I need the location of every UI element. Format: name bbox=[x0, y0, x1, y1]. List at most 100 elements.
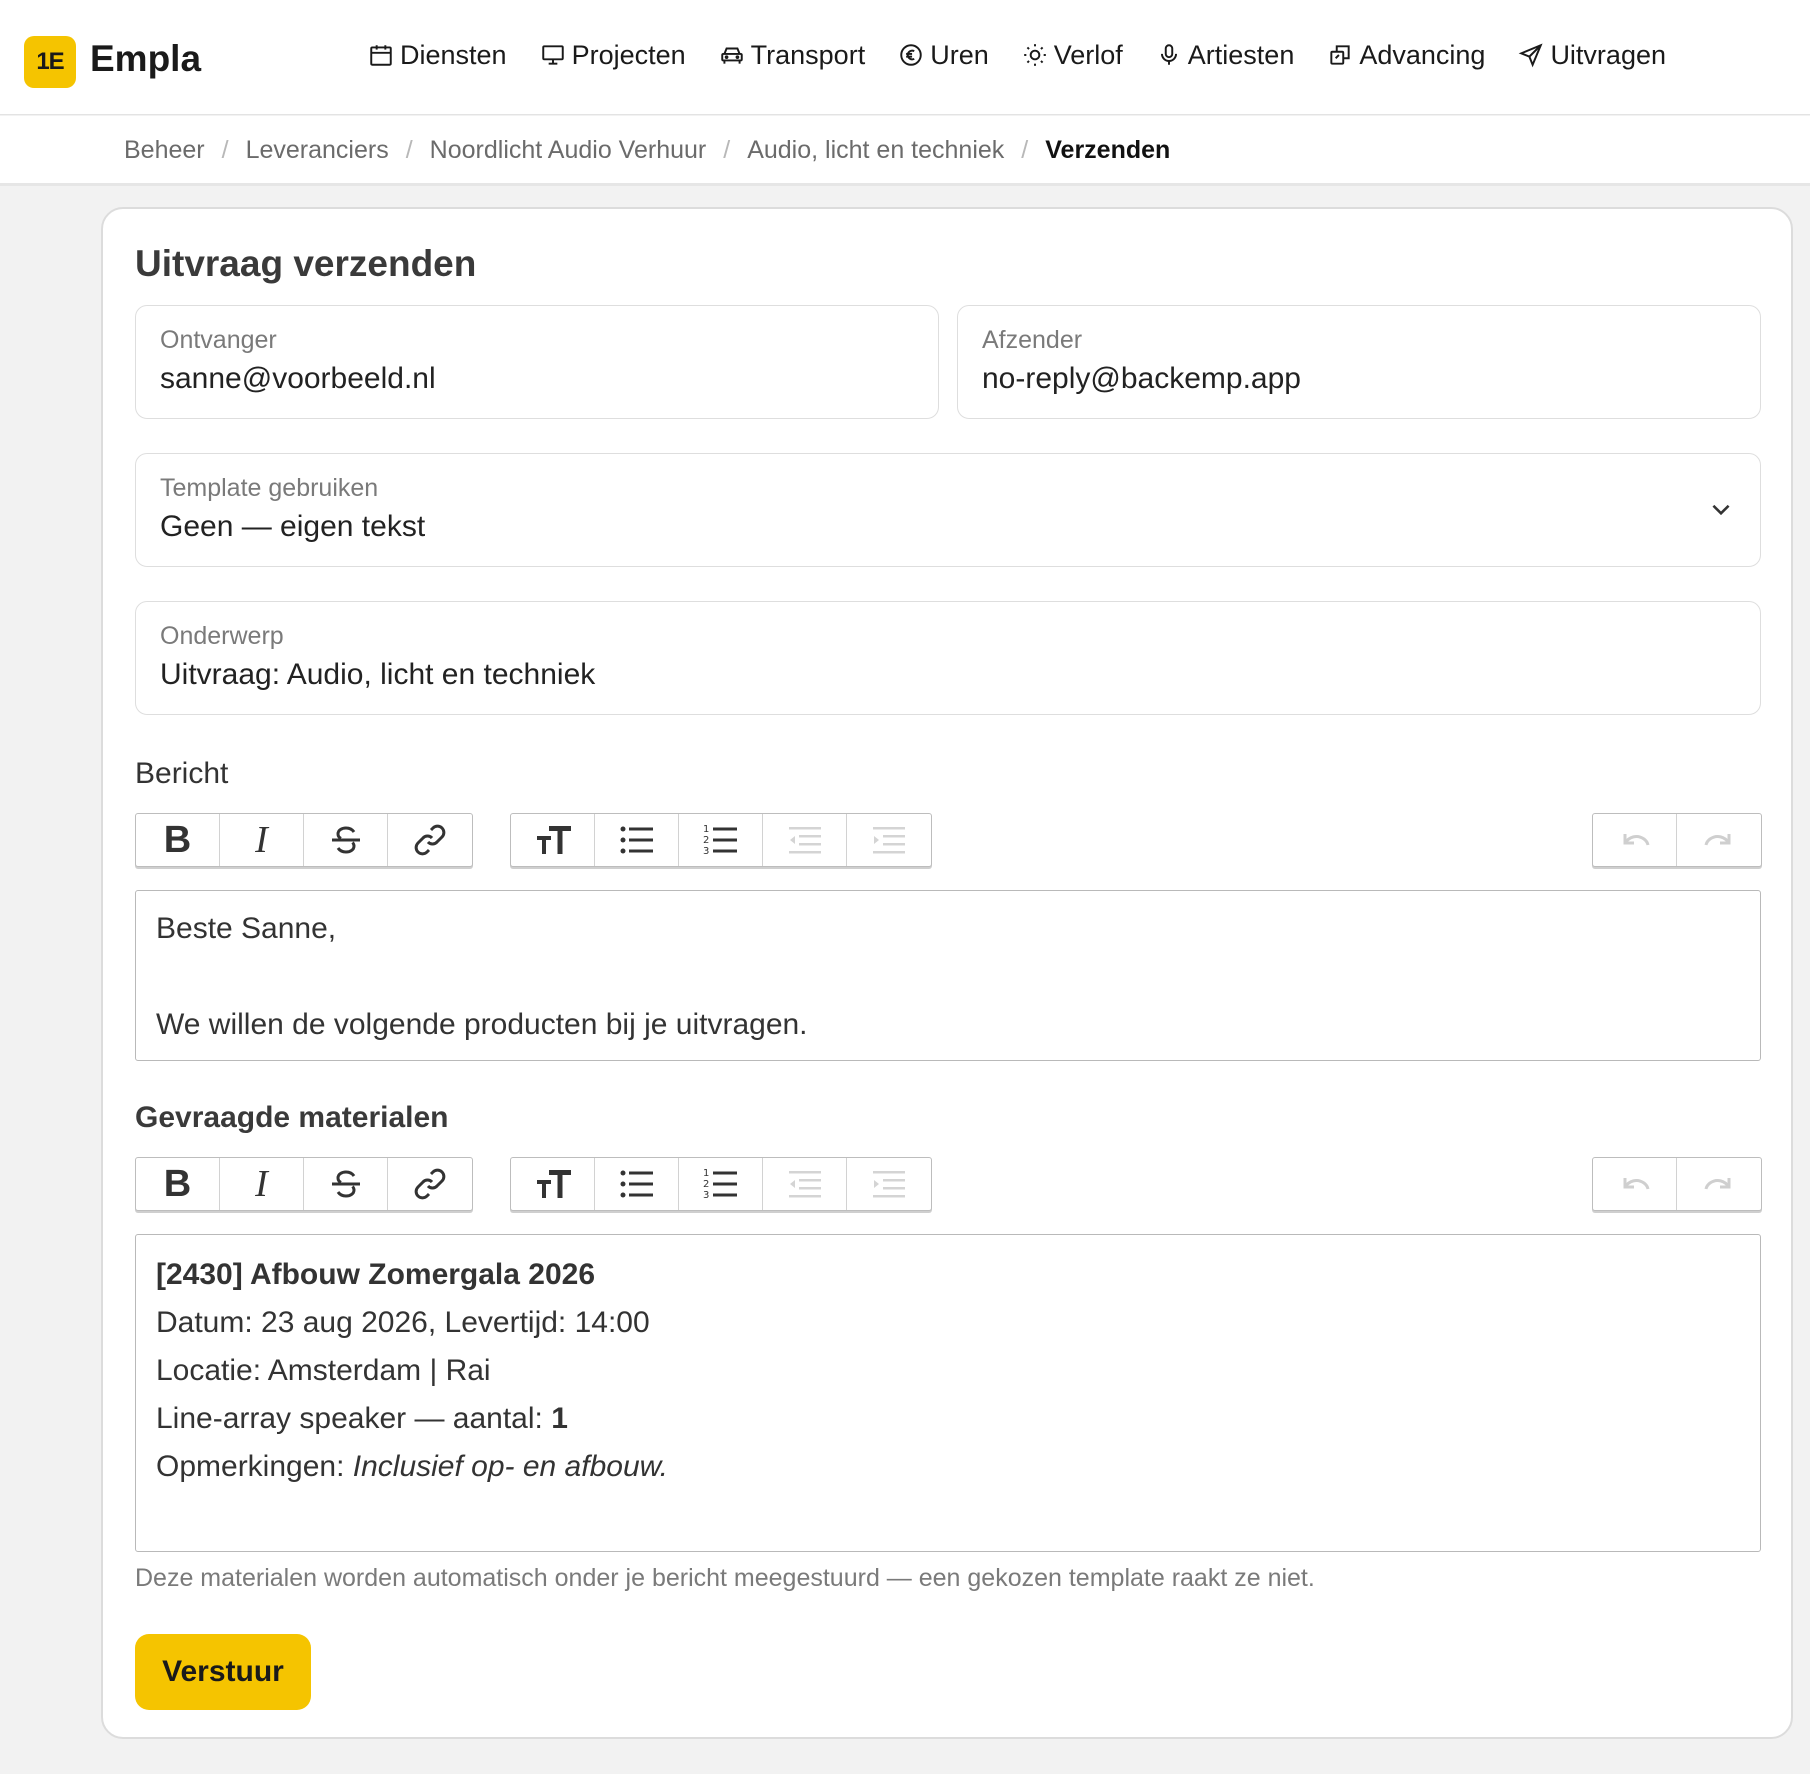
materials-location: Locatie: Amsterdam | Rai bbox=[156, 1354, 491, 1387]
subject-label: Onderwerp bbox=[160, 622, 284, 650]
strikethrough-button[interactable] bbox=[304, 1158, 388, 1210]
heading-button[interactable] bbox=[511, 1158, 595, 1210]
message-line: Beste Sanne, bbox=[156, 912, 337, 945]
heading-button[interactable] bbox=[511, 814, 595, 866]
redo-button[interactable] bbox=[1677, 814, 1761, 866]
breadcrumb-current: Verzenden bbox=[1045, 136, 1171, 164]
app-name[interactable]: Empla bbox=[90, 38, 201, 80]
monitor-icon bbox=[541, 45, 564, 65]
link-icon bbox=[414, 824, 446, 856]
message-editor[interactable]: Beste Sanne, We willen de volgende produ… bbox=[135, 890, 1761, 1061]
recipient-value[interactable]: sanne@voorbeeld.nl bbox=[160, 362, 436, 396]
subject-value[interactable]: Uitvraag: Audio, licht en techniek bbox=[160, 658, 595, 692]
message-block-toolbar: 123 bbox=[510, 813, 932, 867]
numbered-list-icon: 123 bbox=[703, 824, 737, 857]
page-title: Uitvraag verzenden bbox=[135, 243, 477, 284]
breadcrumb-separator: / bbox=[723, 136, 731, 164]
sender-label: Afzender bbox=[982, 326, 1083, 354]
message-format-toolbar: B I bbox=[135, 813, 473, 867]
svg-text:1: 1 bbox=[703, 824, 709, 835]
main-nav: Diensten Projecten Transport Uren Verlof… bbox=[368, 38, 1666, 72]
link-button[interactable] bbox=[388, 1158, 472, 1210]
materials-block-toolbar: 123 bbox=[510, 1157, 932, 1211]
outdent-icon bbox=[788, 827, 821, 854]
nav-label: Diensten bbox=[400, 39, 507, 70]
redo-button[interactable] bbox=[1677, 1158, 1761, 1210]
nav-uitvragen[interactable]: Uitvragen bbox=[1518, 40, 1666, 71]
indent-button[interactable] bbox=[847, 814, 931, 866]
svg-text:3: 3 bbox=[703, 1190, 709, 1201]
bullet-list-icon bbox=[620, 826, 653, 854]
bullet-list-icon bbox=[620, 1170, 653, 1198]
nav-artiesten[interactable]: Artiesten bbox=[1156, 39, 1295, 71]
logo-badge[interactable]: 1E bbox=[24, 36, 76, 88]
breadcrumb-item-category[interactable]: Audio, licht en techniek bbox=[747, 136, 1004, 165]
link-icon bbox=[414, 1168, 446, 1200]
bold-icon: B bbox=[163, 818, 192, 861]
sun-icon bbox=[1023, 44, 1046, 66]
svg-text:3: 3 bbox=[703, 846, 709, 857]
message-line: We willen de volgende producten bij je u… bbox=[156, 1008, 808, 1041]
sender-field[interactable]: Afzender no-reply@backemp.app bbox=[957, 305, 1761, 419]
materials-heading: [2430] Afbouw Zomergala 2026 bbox=[156, 1258, 596, 1291]
nav-transport[interactable]: Transport bbox=[719, 40, 865, 71]
italic-button[interactable]: I bbox=[220, 814, 304, 866]
remarks-value: Inclusief op- en afbouw. bbox=[352, 1450, 668, 1483]
undo-button[interactable] bbox=[1593, 814, 1677, 866]
text-size-icon bbox=[536, 1170, 571, 1198]
redo-icon bbox=[1704, 1178, 1731, 1190]
breadcrumb-item-leveranciers[interactable]: Leveranciers bbox=[246, 136, 389, 165]
breadcrumb-item-supplier[interactable]: Noordlicht Audio Verhuur bbox=[430, 136, 707, 165]
breadcrumb: Beheer / Leveranciers / Noordlicht Audio… bbox=[124, 136, 1170, 165]
svg-text:2: 2 bbox=[703, 835, 709, 846]
nav-label: Uren bbox=[930, 39, 989, 70]
materials-remarks: Opmerkingen: Inclusief op- en afbouw. bbox=[156, 1443, 1740, 1491]
outdent-button[interactable] bbox=[763, 814, 847, 866]
message-label: Bericht bbox=[135, 757, 229, 790]
chevron-down-icon[interactable] bbox=[1708, 496, 1734, 522]
materials-editor[interactable]: [2430] Afbouw Zomergala 2026 Datum: 23 a… bbox=[135, 1234, 1761, 1552]
recipient-field[interactable]: Ontvanger sanne@voorbeeld.nl bbox=[135, 305, 939, 419]
bold-button[interactable]: B bbox=[136, 814, 220, 866]
materials-label: Gevraagde materialen bbox=[135, 1101, 449, 1134]
breadcrumb-separator: / bbox=[1021, 136, 1029, 164]
indent-icon bbox=[873, 1171, 905, 1198]
indent-button[interactable] bbox=[847, 1158, 931, 1210]
nav-label: Verlof bbox=[1053, 39, 1123, 70]
undo-button[interactable] bbox=[1593, 1158, 1677, 1210]
materials-item: Line-array speaker — aantal: 1 bbox=[156, 1395, 1740, 1443]
nav-label: Artiesten bbox=[1187, 39, 1295, 70]
undo-icon bbox=[1623, 1178, 1649, 1190]
template-label: Template gebruiken bbox=[160, 474, 379, 502]
template-select[interactable]: Template gebruiken Geen — eigen tekst bbox=[135, 453, 1761, 567]
italic-button[interactable]: I bbox=[220, 1158, 304, 1210]
microphone-icon bbox=[1160, 44, 1177, 65]
send-button[interactable]: Verstuur bbox=[135, 1634, 311, 1710]
nav-uren[interactable]: Uren bbox=[898, 40, 989, 71]
sender-value[interactable]: no-reply@backemp.app bbox=[982, 362, 1301, 396]
nav-diensten[interactable]: Diensten bbox=[368, 40, 507, 71]
materials-format-toolbar: B I bbox=[135, 1157, 473, 1211]
recipient-label: Ontvanger bbox=[160, 326, 277, 354]
bold-button[interactable]: B bbox=[136, 1158, 220, 1210]
strikethrough-icon bbox=[331, 826, 360, 854]
link-button[interactable] bbox=[388, 814, 472, 866]
outdent-button[interactable] bbox=[763, 1158, 847, 1210]
item-prefix: Line-array speaker — aantal: bbox=[156, 1402, 552, 1435]
nav-advancing[interactable]: Advancing bbox=[1327, 40, 1485, 71]
bullet-list-button[interactable] bbox=[595, 1158, 679, 1210]
car-icon bbox=[720, 47, 743, 64]
materials-history-toolbar bbox=[1592, 1157, 1762, 1211]
nav-projecten[interactable]: Projecten bbox=[540, 40, 686, 71]
strikethrough-button[interactable] bbox=[304, 814, 388, 866]
numbered-list-button[interactable]: 123 bbox=[679, 1158, 763, 1210]
nav-verlof[interactable]: Verlof bbox=[1022, 40, 1123, 71]
text-size-icon bbox=[536, 826, 571, 854]
template-value[interactable]: Geen — eigen tekst bbox=[160, 510, 425, 544]
nav-label: Uitvragen bbox=[1550, 39, 1666, 70]
subject-field[interactable]: Onderwerp Uitvraag: Audio, licht en tech… bbox=[135, 601, 1761, 715]
bullet-list-button[interactable] bbox=[595, 814, 679, 866]
undo-icon bbox=[1623, 834, 1649, 846]
breadcrumb-item-beheer[interactable]: Beheer bbox=[124, 136, 205, 165]
numbered-list-button[interactable]: 123 bbox=[679, 814, 763, 866]
